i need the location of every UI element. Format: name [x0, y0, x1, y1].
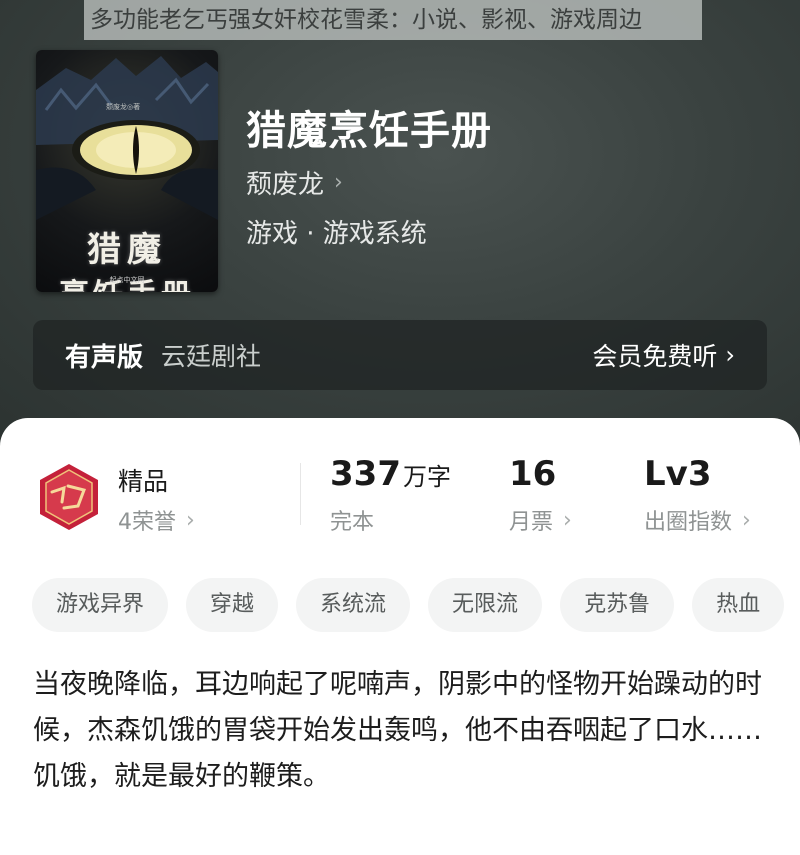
- audio-version-bar[interactable]: 有声版 云廷剧社 会员免费听 ›: [33, 320, 767, 390]
- completion-label: 完本: [330, 510, 375, 535]
- tag-chip[interactable]: 无限流: [428, 578, 543, 632]
- synopsis[interactable]: 当夜晚降临，耳边响起了呢喃声，阴影中的怪物开始躁动的时候，杰森饥饿的胃袋开始发出…: [33, 662, 773, 800]
- monthly-ticket-count: 16: [509, 454, 557, 494]
- chevron-right-icon: ›: [725, 341, 735, 369]
- word-count-value: 337: [330, 454, 401, 494]
- word-count: 337万字: [330, 454, 451, 494]
- listen-free-button[interactable]: 会员免费听 ›: [592, 337, 735, 373]
- tag-chip[interactable]: 系统流: [296, 578, 411, 632]
- author-link[interactable]: 颓废龙 ›: [246, 164, 343, 201]
- book-title: 猎魔烹饪手册: [246, 108, 492, 154]
- tag-chip[interactable]: 游戏异界: [32, 578, 169, 632]
- author-name: 颓废龙: [246, 170, 325, 200]
- completion-status: 完本: [330, 504, 374, 536]
- cover-author: 颓废龙◎著: [106, 103, 141, 111]
- chevron-right-icon: ›: [186, 507, 195, 533]
- monthly-ticket-label: 月票: [509, 510, 554, 535]
- honors-link[interactable]: 4荣誉 ›: [118, 504, 195, 536]
- chevron-right-icon: ›: [563, 507, 572, 533]
- popularity-level: Lv3: [644, 454, 712, 494]
- stats-divider: [300, 463, 301, 525]
- audio-label: 有声版: [65, 342, 144, 373]
- synopsis-paragraph: 当夜晚降临，耳边响起了呢喃声，阴影中的怪物开始躁动的时候，杰森饥饿的胃袋开始发出…: [33, 669, 762, 746]
- word-count-unit: 万字: [402, 463, 451, 491]
- tag-chip[interactable]: 穿越: [186, 578, 279, 632]
- book-cover[interactable]: 颓废龙◎著 猎魔 烹饪手册 起点中文网: [36, 50, 218, 292]
- chevron-right-icon: ›: [742, 507, 751, 533]
- monthly-ticket-link[interactable]: 月票 ›: [509, 504, 572, 536]
- audio-studio: 云廷剧社: [161, 342, 262, 371]
- cover-publisher: 起点中文网: [109, 276, 145, 284]
- honors-count: 4荣誉: [118, 510, 176, 535]
- book-category: 游戏 · 游戏系统: [246, 219, 427, 249]
- grade-title: 精品: [118, 467, 169, 496]
- tag-chip[interactable]: 克苏鲁: [560, 578, 675, 632]
- top-banner: 多功能老乞丐强女奸校花雪柔：小说、影视、游戏周边: [84, 0, 702, 40]
- cover-title-line1: 猎魔: [87, 230, 167, 270]
- tag-chip[interactable]: 热血: [692, 578, 785, 632]
- premium-badge-icon[interactable]: [34, 462, 104, 532]
- popularity-index-label: 出圈指数: [644, 510, 733, 535]
- chevron-right-icon: ›: [334, 170, 343, 195]
- listen-free-label: 会员免费听: [592, 342, 718, 371]
- popularity-index-link[interactable]: 出圈指数 ›: [644, 504, 751, 536]
- synopsis-paragraph: 饥饿，就是最好的鞭策。: [33, 761, 330, 792]
- tag-list: 游戏异界 穿越 系统流 无限流 克苏鲁 热血: [32, 578, 785, 632]
